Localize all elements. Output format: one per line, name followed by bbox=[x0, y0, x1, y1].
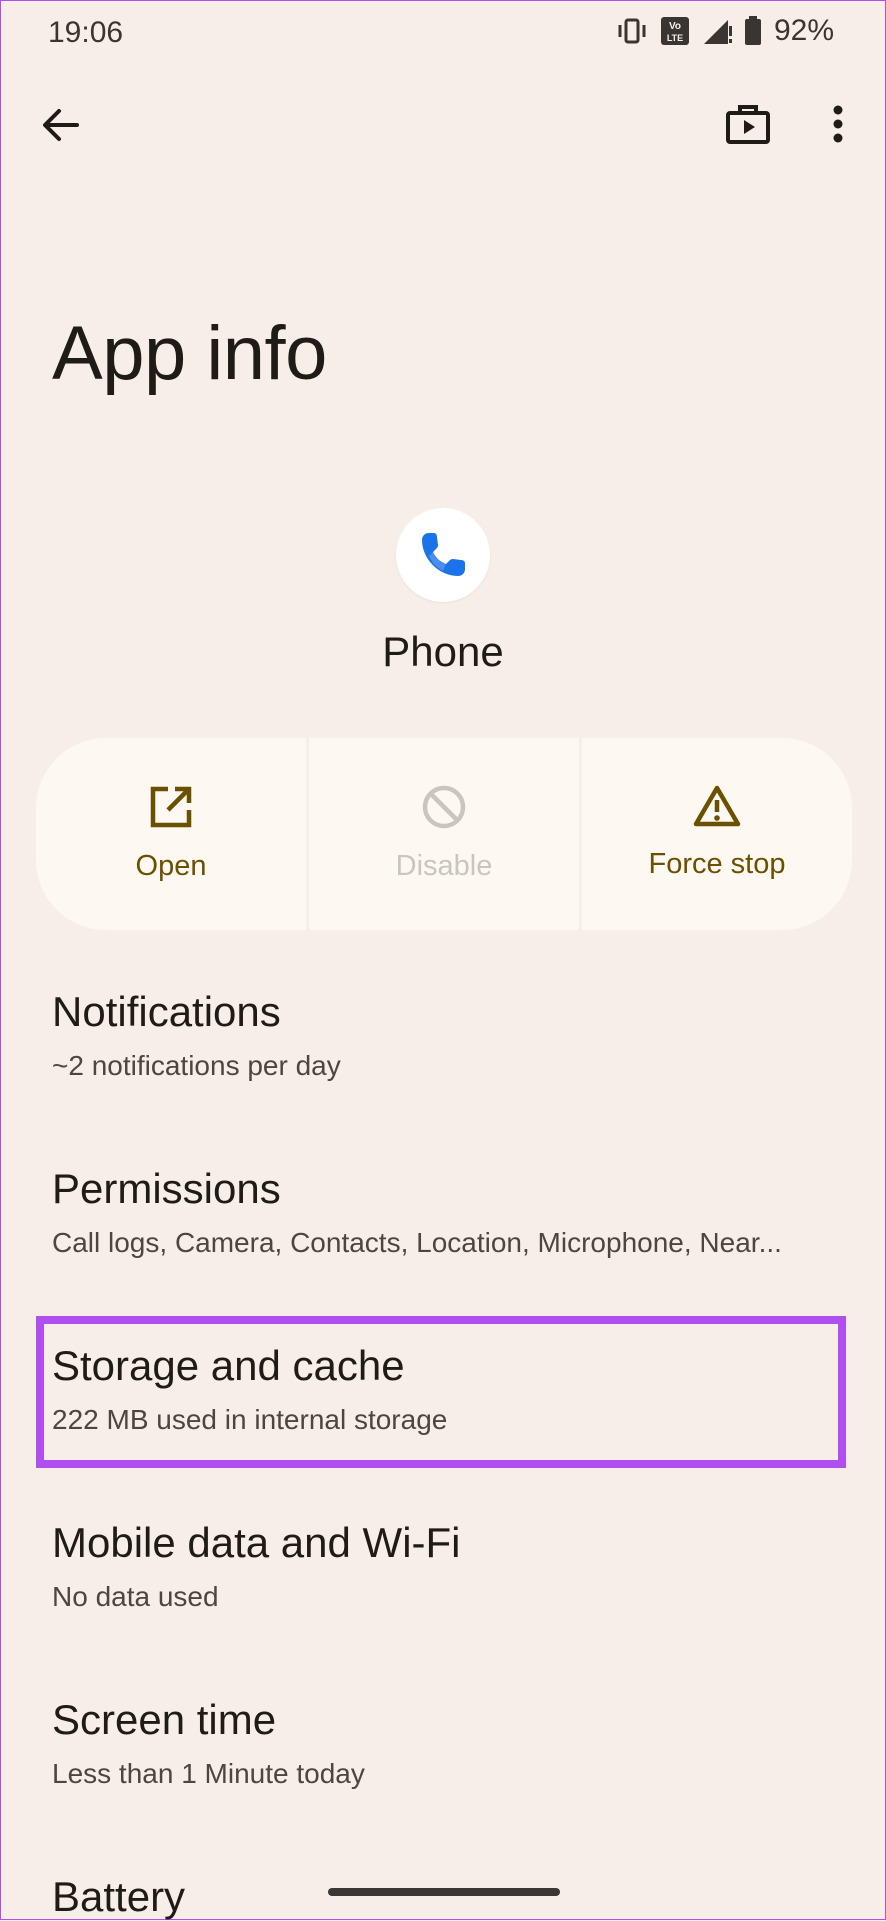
back-button[interactable] bbox=[36, 100, 86, 150]
item-title: Notifications bbox=[52, 988, 281, 1035]
open-external-icon bbox=[150, 786, 192, 828]
notifications-item[interactable]: Notifications ~2 notifications per day bbox=[52, 988, 852, 1082]
open-label: Open bbox=[135, 850, 207, 882]
open-button[interactable]: Open bbox=[36, 738, 306, 930]
disable-icon bbox=[422, 785, 466, 829]
item-title: Battery bbox=[52, 1873, 186, 1920]
item-title: Screen time bbox=[52, 1696, 277, 1743]
item-subtitle: Less than 1 Minute today bbox=[52, 1758, 365, 1789]
force-stop-button[interactable]: Force stop bbox=[582, 738, 852, 930]
vibrate-icon bbox=[616, 16, 648, 46]
item-title: Permissions bbox=[52, 1165, 281, 1212]
more-vert-icon bbox=[833, 105, 843, 143]
signal-icon bbox=[702, 16, 732, 46]
mobile-data-item[interactable]: Mobile data and Wi-Fi No data used bbox=[52, 1519, 852, 1613]
volte-icon: Vo LTE bbox=[660, 16, 690, 46]
battery-percent: 92% bbox=[773, 14, 834, 47]
svg-text:LTE: LTE bbox=[667, 33, 683, 43]
item-title: Storage and cache bbox=[52, 1342, 405, 1389]
app-actions: Open Disable Force stop bbox=[36, 738, 852, 930]
screenshot-border bbox=[0, 0, 886, 1920]
item-title: Mobile data and Wi-Fi bbox=[52, 1519, 461, 1566]
force-stop-label: Force stop bbox=[648, 848, 786, 880]
home-indicator[interactable] bbox=[328, 1888, 560, 1896]
disable-button[interactable]: Disable bbox=[309, 738, 579, 930]
arrow-back-icon bbox=[43, 109, 79, 141]
item-subtitle: Call logs, Camera, Contacts, Location, M… bbox=[52, 1227, 782, 1258]
status-bar: 19:06 Vo LTE 92% bbox=[0, 0, 886, 66]
battery-item[interactable]: Battery bbox=[52, 1873, 852, 1921]
permissions-item[interactable]: Permissions Call logs, Camera, Contacts,… bbox=[52, 1165, 852, 1259]
page-title: App info bbox=[52, 311, 327, 396]
app-icon bbox=[396, 508, 490, 602]
warning-icon bbox=[693, 785, 741, 827]
item-subtitle: No data used bbox=[52, 1581, 219, 1612]
storage-and-cache-item[interactable]: Storage and cache 222 MB used in interna… bbox=[52, 1342, 852, 1436]
svg-text:Vo: Vo bbox=[669, 21, 681, 32]
status-icons: Vo LTE 92% bbox=[616, 14, 834, 48]
status-time: 19:06 bbox=[48, 16, 124, 49]
toolbar bbox=[0, 90, 886, 160]
phone-handset-icon bbox=[422, 533, 465, 576]
item-subtitle: ~2 notifications per day bbox=[52, 1050, 341, 1081]
app-name: Phone bbox=[382, 628, 504, 675]
store-icon bbox=[726, 105, 770, 144]
store-button[interactable] bbox=[722, 98, 774, 150]
screen-time-item[interactable]: Screen time Less than 1 Minute today bbox=[52, 1696, 852, 1790]
more-options-button[interactable] bbox=[818, 98, 858, 150]
disable-label: Disable bbox=[395, 850, 493, 882]
battery-icon bbox=[744, 16, 762, 46]
item-subtitle: 222 MB used in internal storage bbox=[52, 1404, 448, 1435]
